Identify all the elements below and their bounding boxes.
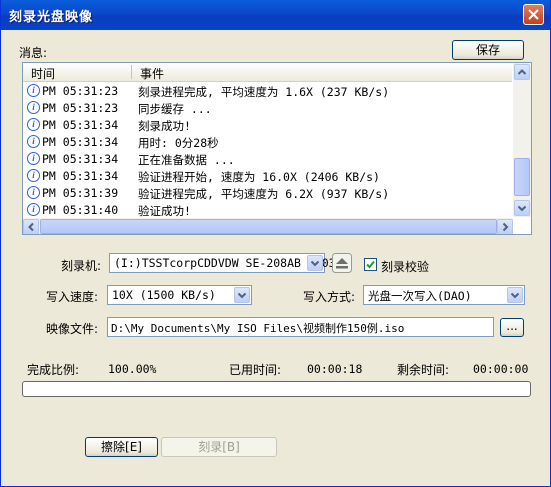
save-button[interactable]: 保存 (452, 40, 524, 60)
scroll-left-button[interactable] (23, 219, 39, 234)
verify-label[interactable]: 刻录校验 (381, 258, 429, 275)
chevron-down-icon (510, 292, 520, 299)
burner-select[interactable]: (I:)TSSTcorpCDDVDW SE-208AB TS03 (109, 253, 336, 273)
message-event: 同步缓存 ... (138, 102, 212, 116)
message-time: PM 05:31:23 (42, 84, 119, 98)
message-time: PM 05:31:34 (42, 152, 119, 166)
message-time: PM 05:31:40 (42, 203, 119, 217)
burner-value: (I:)TSSTcorpCDDVDW SE-208AB TS03 (114, 256, 336, 270)
speed-select[interactable]: 10X (1500 KB/s) (107, 285, 252, 305)
scroll-down-button[interactable] (514, 200, 530, 216)
list-item[interactable]: i PM 05:31:39 验证进程完成, 平均速度为 6.2X (937 KB/s… (23, 185, 512, 202)
list-item[interactable]: i PM 05:31:23 同步缓存 ... (23, 100, 512, 117)
scroll-right-button[interactable] (497, 219, 513, 234)
checkmark-icon (366, 260, 375, 269)
mode-select[interactable]: 光盘一次写入(DAO) (363, 285, 525, 305)
burner-dropdown-button[interactable] (307, 255, 323, 271)
list-item[interactable]: i PM 05:31:34 正在准备数据 ... (23, 151, 512, 168)
column-separator[interactable] (131, 65, 132, 79)
chevron-down-icon (517, 205, 527, 212)
info-icon: i (27, 84, 40, 97)
messages-label: 消息: (19, 46, 48, 60)
mode-value: 光盘一次写入(DAO) (368, 289, 472, 303)
erase-button[interactable]: 擦除[E] (85, 437, 158, 457)
message-event: 正在准备数据 ... (138, 153, 235, 167)
list-header: 时间 事件 (23, 63, 512, 82)
vertical-scrollbar[interactable] (513, 63, 531, 217)
chevron-left-icon (28, 222, 34, 232)
list-item[interactable]: i PM 05:31:23 刻录进程完成, 平均速度为 1.6X (237 KB/s… (23, 83, 512, 100)
mode-dropdown-button[interactable] (507, 287, 523, 303)
speed-label: 写入速度: (46, 290, 99, 304)
message-event: 刻录成功! (138, 119, 191, 133)
close-icon (528, 9, 539, 20)
message-list[interactable]: 时间 事件 i PM 05:31:23 刻录进程完成, 平均速度为 1.6X (23… (22, 62, 532, 235)
message-event: 用时: 0分28秒 (138, 136, 219, 150)
remaining-label: 剩余时间: (397, 363, 450, 377)
info-icon: i (27, 186, 40, 199)
elapsed-label: 已用时间: (229, 363, 282, 377)
complete-label: 完成比例: (27, 363, 80, 377)
message-time: PM 05:31:34 (42, 118, 119, 132)
burn-image-dialog: 刻录光盘映像 消息: 保存 时间 事件 i PM 05:31:23 刻录进程完成, … (0, 0, 551, 487)
info-icon: i (27, 135, 40, 148)
close-button[interactable] (523, 4, 544, 25)
horizontal-scrollbar[interactable] (23, 218, 513, 234)
info-icon: i (27, 101, 40, 114)
message-time: PM 05:31:39 (42, 186, 119, 200)
speed-value: 10X (1500 KB/s) (112, 288, 216, 302)
image-file-value: D:\My Documents\My ISO Files\视频制作150例.is… (111, 322, 405, 335)
horizontal-scroll-thumb[interactable] (40, 219, 497, 234)
vertical-scroll-thumb[interactable] (514, 158, 530, 196)
column-header-time[interactable]: 时间 (31, 65, 55, 82)
list-item[interactable]: i PM 05:31:40 验证成功! (23, 202, 512, 219)
eject-button[interactable] (332, 253, 352, 273)
chevron-right-icon (502, 222, 509, 232)
browse-button[interactable]: ... (500, 318, 524, 337)
burner-label: 刻录机: (61, 259, 102, 273)
remaining-value: 00:00:00 (473, 362, 529, 376)
message-event: 验证进程开始, 速度为 16.0X (2406 KB/s) (138, 170, 380, 184)
mode-label: 写入方式: (303, 290, 356, 304)
burn-button[interactable]: 刻录[B] (161, 437, 277, 457)
speed-dropdown-button[interactable] (234, 287, 250, 303)
message-event: 验证成功! (138, 204, 191, 218)
title-bar[interactable]: 刻录光盘映像 (1, 0, 550, 30)
list-item[interactable]: i PM 05:31:34 刻录成功! (23, 117, 512, 134)
message-event: 刻录进程完成, 平均速度为 1.6X (237 KB/s) (138, 85, 390, 99)
list-item[interactable]: i PM 05:31:34 用时: 0分28秒 (23, 134, 512, 151)
image-file-input[interactable]: D:\My Documents\My ISO Files\视频制作150例.is… (107, 317, 494, 337)
info-icon: i (27, 203, 40, 216)
eject-icon (332, 253, 352, 273)
message-event: 验证进程完成, 平均速度为 6.2X (937 KB/s) (138, 187, 390, 201)
scroll-up-button[interactable] (514, 64, 530, 80)
chevron-up-icon (517, 69, 527, 75)
window-title: 刻录光盘映像 (9, 10, 94, 25)
column-header-event[interactable]: 事件 (140, 65, 164, 82)
chevron-down-icon (237, 292, 247, 299)
elapsed-value: 00:00:18 (307, 362, 363, 376)
chevron-down-icon (310, 260, 320, 267)
info-icon: i (27, 152, 40, 165)
verify-checkbox[interactable] (364, 258, 377, 271)
message-time: PM 05:31:34 (42, 135, 119, 149)
info-icon: i (27, 118, 40, 131)
info-icon: i (27, 169, 40, 182)
message-time: PM 05:31:23 (42, 101, 119, 115)
complete-value: 100.00% (108, 362, 157, 376)
image-file-label: 映像文件: (46, 322, 99, 336)
list-item[interactable]: i PM 05:31:34 验证进程开始, 速度为 16.0X (2406 KB/s… (23, 168, 512, 185)
message-time: PM 05:31:34 (42, 169, 119, 183)
progress-bar (22, 381, 531, 397)
